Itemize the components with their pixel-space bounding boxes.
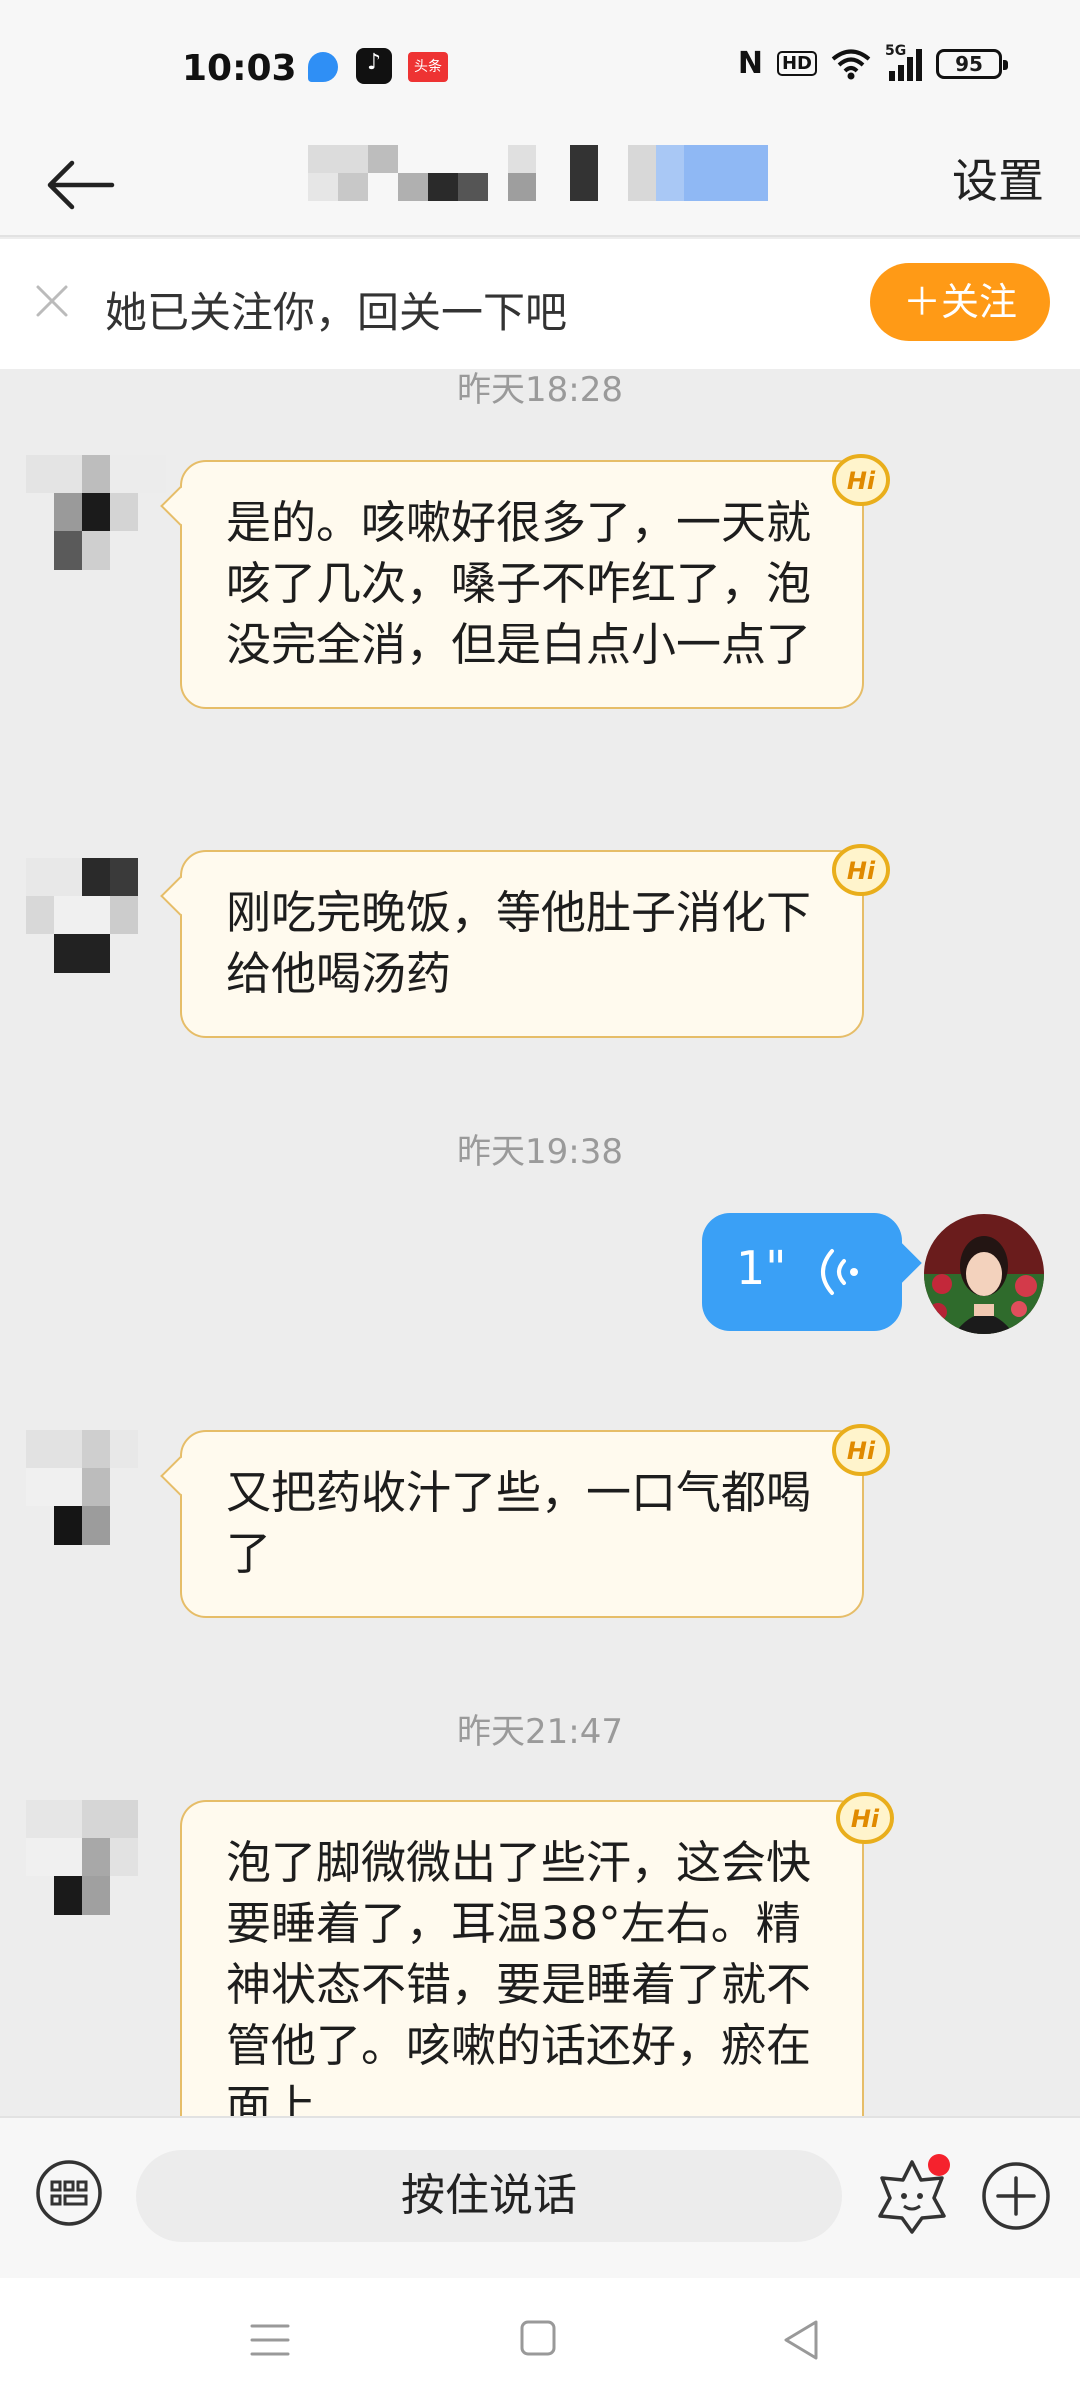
message-timestamp: 昨天18:28 xyxy=(457,370,623,410)
follow-back-banner: 她已关注你，回关一下吧 ＋关注 xyxy=(0,239,1080,369)
contact-avatar[interactable] xyxy=(26,1430,166,1545)
settings-button[interactable]: 设置 xyxy=(952,145,1044,211)
message-text: 刚吃完晚饭，等他肚子消化下给他喝汤药 xyxy=(226,886,812,1000)
back-nav-icon[interactable] xyxy=(780,2318,824,2362)
system-navigation-bar xyxy=(0,2278,1080,2400)
hi-badge-text: Hi xyxy=(847,1437,876,1465)
contact-avatar[interactable] xyxy=(26,455,166,570)
keyboard-icon[interactable] xyxy=(34,2158,104,2228)
hi-badge-text: Hi xyxy=(847,857,876,885)
hold-to-talk-button[interactable]: 按住说话 xyxy=(136,2150,842,2242)
follow-prompt-text: 她已关注你，回关一下吧 xyxy=(105,288,568,337)
hi-badge-icon: Hi xyxy=(832,1424,890,1476)
signal-icon: 5G xyxy=(885,43,922,81)
incoming-message-bubble[interactable]: 刚吃完晚饭，等他肚子消化下给他喝汤药 Hi xyxy=(180,844,890,1038)
battery-icon: 95 xyxy=(936,48,1008,79)
status-bar: 10:03 ♪ 头条 N HD 5G 95 xyxy=(0,0,1080,135)
hi-badge-text: Hi xyxy=(847,467,876,495)
hd-icon: HD xyxy=(776,51,817,76)
hi-badge-text: Hi xyxy=(851,1805,880,1833)
hi-badge-icon: Hi xyxy=(832,454,890,506)
menu-icon[interactable] xyxy=(248,2318,292,2362)
home-icon[interactable] xyxy=(518,2318,558,2358)
contact-name-pixelated xyxy=(308,145,768,201)
outgoing-voice-message[interactable]: 1" xyxy=(702,1213,902,1331)
contact-avatar[interactable] xyxy=(26,1800,166,1915)
signal-label: 5G xyxy=(885,42,907,59)
hi-badge-icon: Hi xyxy=(832,844,890,896)
hi-badge-icon: Hi xyxy=(836,1792,894,1844)
incoming-message-bubble[interactable]: 泡了脚微微出了些汗，这会快要睡着了，耳温38°左右。精神状态不错，要是睡着了就不… xyxy=(180,1800,864,2130)
tiktok-icon: ♪ xyxy=(356,48,392,84)
app-notification-icon xyxy=(308,52,338,82)
incoming-message-bubble[interactable]: 是的。咳嗽好很多了，一天就咳了几次，嗓子不咋红了，泡没完全消，但是白点小一点了 … xyxy=(180,454,890,709)
wifi-icon xyxy=(831,49,871,79)
voice-wave-icon xyxy=(821,1249,858,1295)
voice-duration: 1" xyxy=(736,1241,787,1295)
incoming-message-bubble[interactable]: 又把药收汁了些，一口气都喝了 Hi xyxy=(180,1424,890,1618)
my-avatar[interactable] xyxy=(924,1214,1044,1334)
contact-avatar[interactable] xyxy=(26,858,166,973)
back-arrow-icon[interactable] xyxy=(42,145,122,225)
status-time: 10:03 xyxy=(182,48,297,89)
close-icon[interactable] xyxy=(32,281,72,321)
notification-dot xyxy=(928,2154,950,2176)
input-bar: 按住说话 xyxy=(0,2116,1080,2278)
plus-icon[interactable] xyxy=(980,2160,1052,2232)
chat-header: 设置 xyxy=(0,135,1080,237)
toutiao-icon: 头条 xyxy=(408,52,448,82)
follow-button[interactable]: ＋关注 xyxy=(870,263,1050,341)
message-text: 又把药收汁了些，一口气都喝了 xyxy=(226,1466,812,1580)
nfc-icon: N xyxy=(737,46,763,81)
message-text: 泡了脚微微出了些汗，这会快要睡着了，耳温38°左右。精神状态不错，要是睡着了就不… xyxy=(226,1836,812,2130)
message-text: 是的。咳嗽好很多了，一天就咳了几次，嗓子不咋红了，泡没完全消，但是白点小一点了 xyxy=(226,496,812,671)
message-timestamp: 昨天21:47 xyxy=(457,1712,623,1752)
message-timestamp: 昨天19:38 xyxy=(457,1132,623,1172)
